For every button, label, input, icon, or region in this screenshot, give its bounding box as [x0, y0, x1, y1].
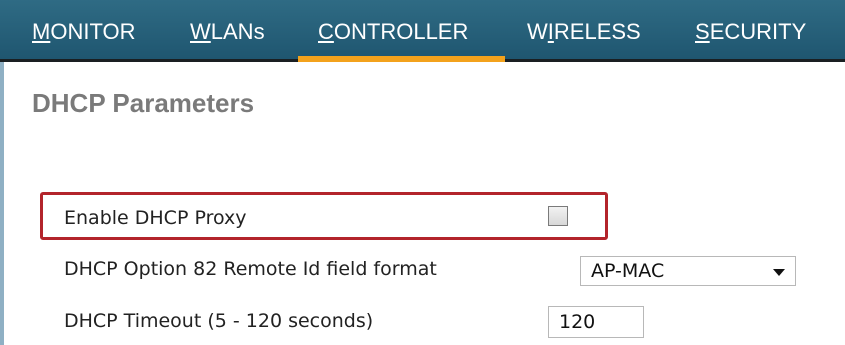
left-frame-border — [0, 62, 4, 345]
nav-wireless-label: RELESS — [553, 19, 641, 44]
nav-controller-label: ONTROLLER — [333, 19, 469, 44]
option82-format-value: AP-MAC — [591, 260, 665, 282]
nav-controller-accesskey: C — [318, 19, 334, 44]
nav-security-accesskey: S — [695, 19, 710, 44]
nav-monitor-accesskey: M — [32, 19, 51, 44]
chevron-down-icon — [773, 269, 785, 276]
nav-security-label: ECURITY — [709, 19, 807, 44]
option82-format-label: DHCP Option 82 Remote Id field format — [64, 258, 437, 280]
dhcp-timeout-label: DHCP Timeout (5 - 120 seconds) — [64, 310, 374, 332]
enable-dhcp-proxy-checkbox[interactable] — [548, 206, 568, 226]
enable-dhcp-proxy-label: Enable DHCP Proxy — [64, 207, 247, 229]
nav-security[interactable]: SECURITY — [695, 0, 806, 62]
nav-wlans[interactable]: WLANs — [190, 0, 265, 62]
nav-wireless[interactable]: WIRELESS — [527, 0, 641, 62]
dhcp-timeout-input[interactable] — [548, 306, 644, 338]
top-navigation-bar: MONITOR WLANs CONTROLLER WIRELESS SECURI… — [0, 0, 845, 62]
nav-monitor[interactable]: MONITOR — [32, 0, 135, 62]
page-title: DHCP Parameters — [32, 88, 255, 118]
nav-wlans-label: LANs — [210, 19, 265, 44]
nav-monitor-label: ONITOR — [50, 19, 136, 44]
nav-wlans-accesskey: W — [190, 19, 211, 44]
option82-format-select[interactable]: AP-MAC — [580, 256, 796, 286]
active-tab-indicator — [298, 56, 505, 62]
nav-controller[interactable]: CONTROLLER — [318, 0, 468, 62]
nav-wireless-first: W — [527, 19, 548, 44]
